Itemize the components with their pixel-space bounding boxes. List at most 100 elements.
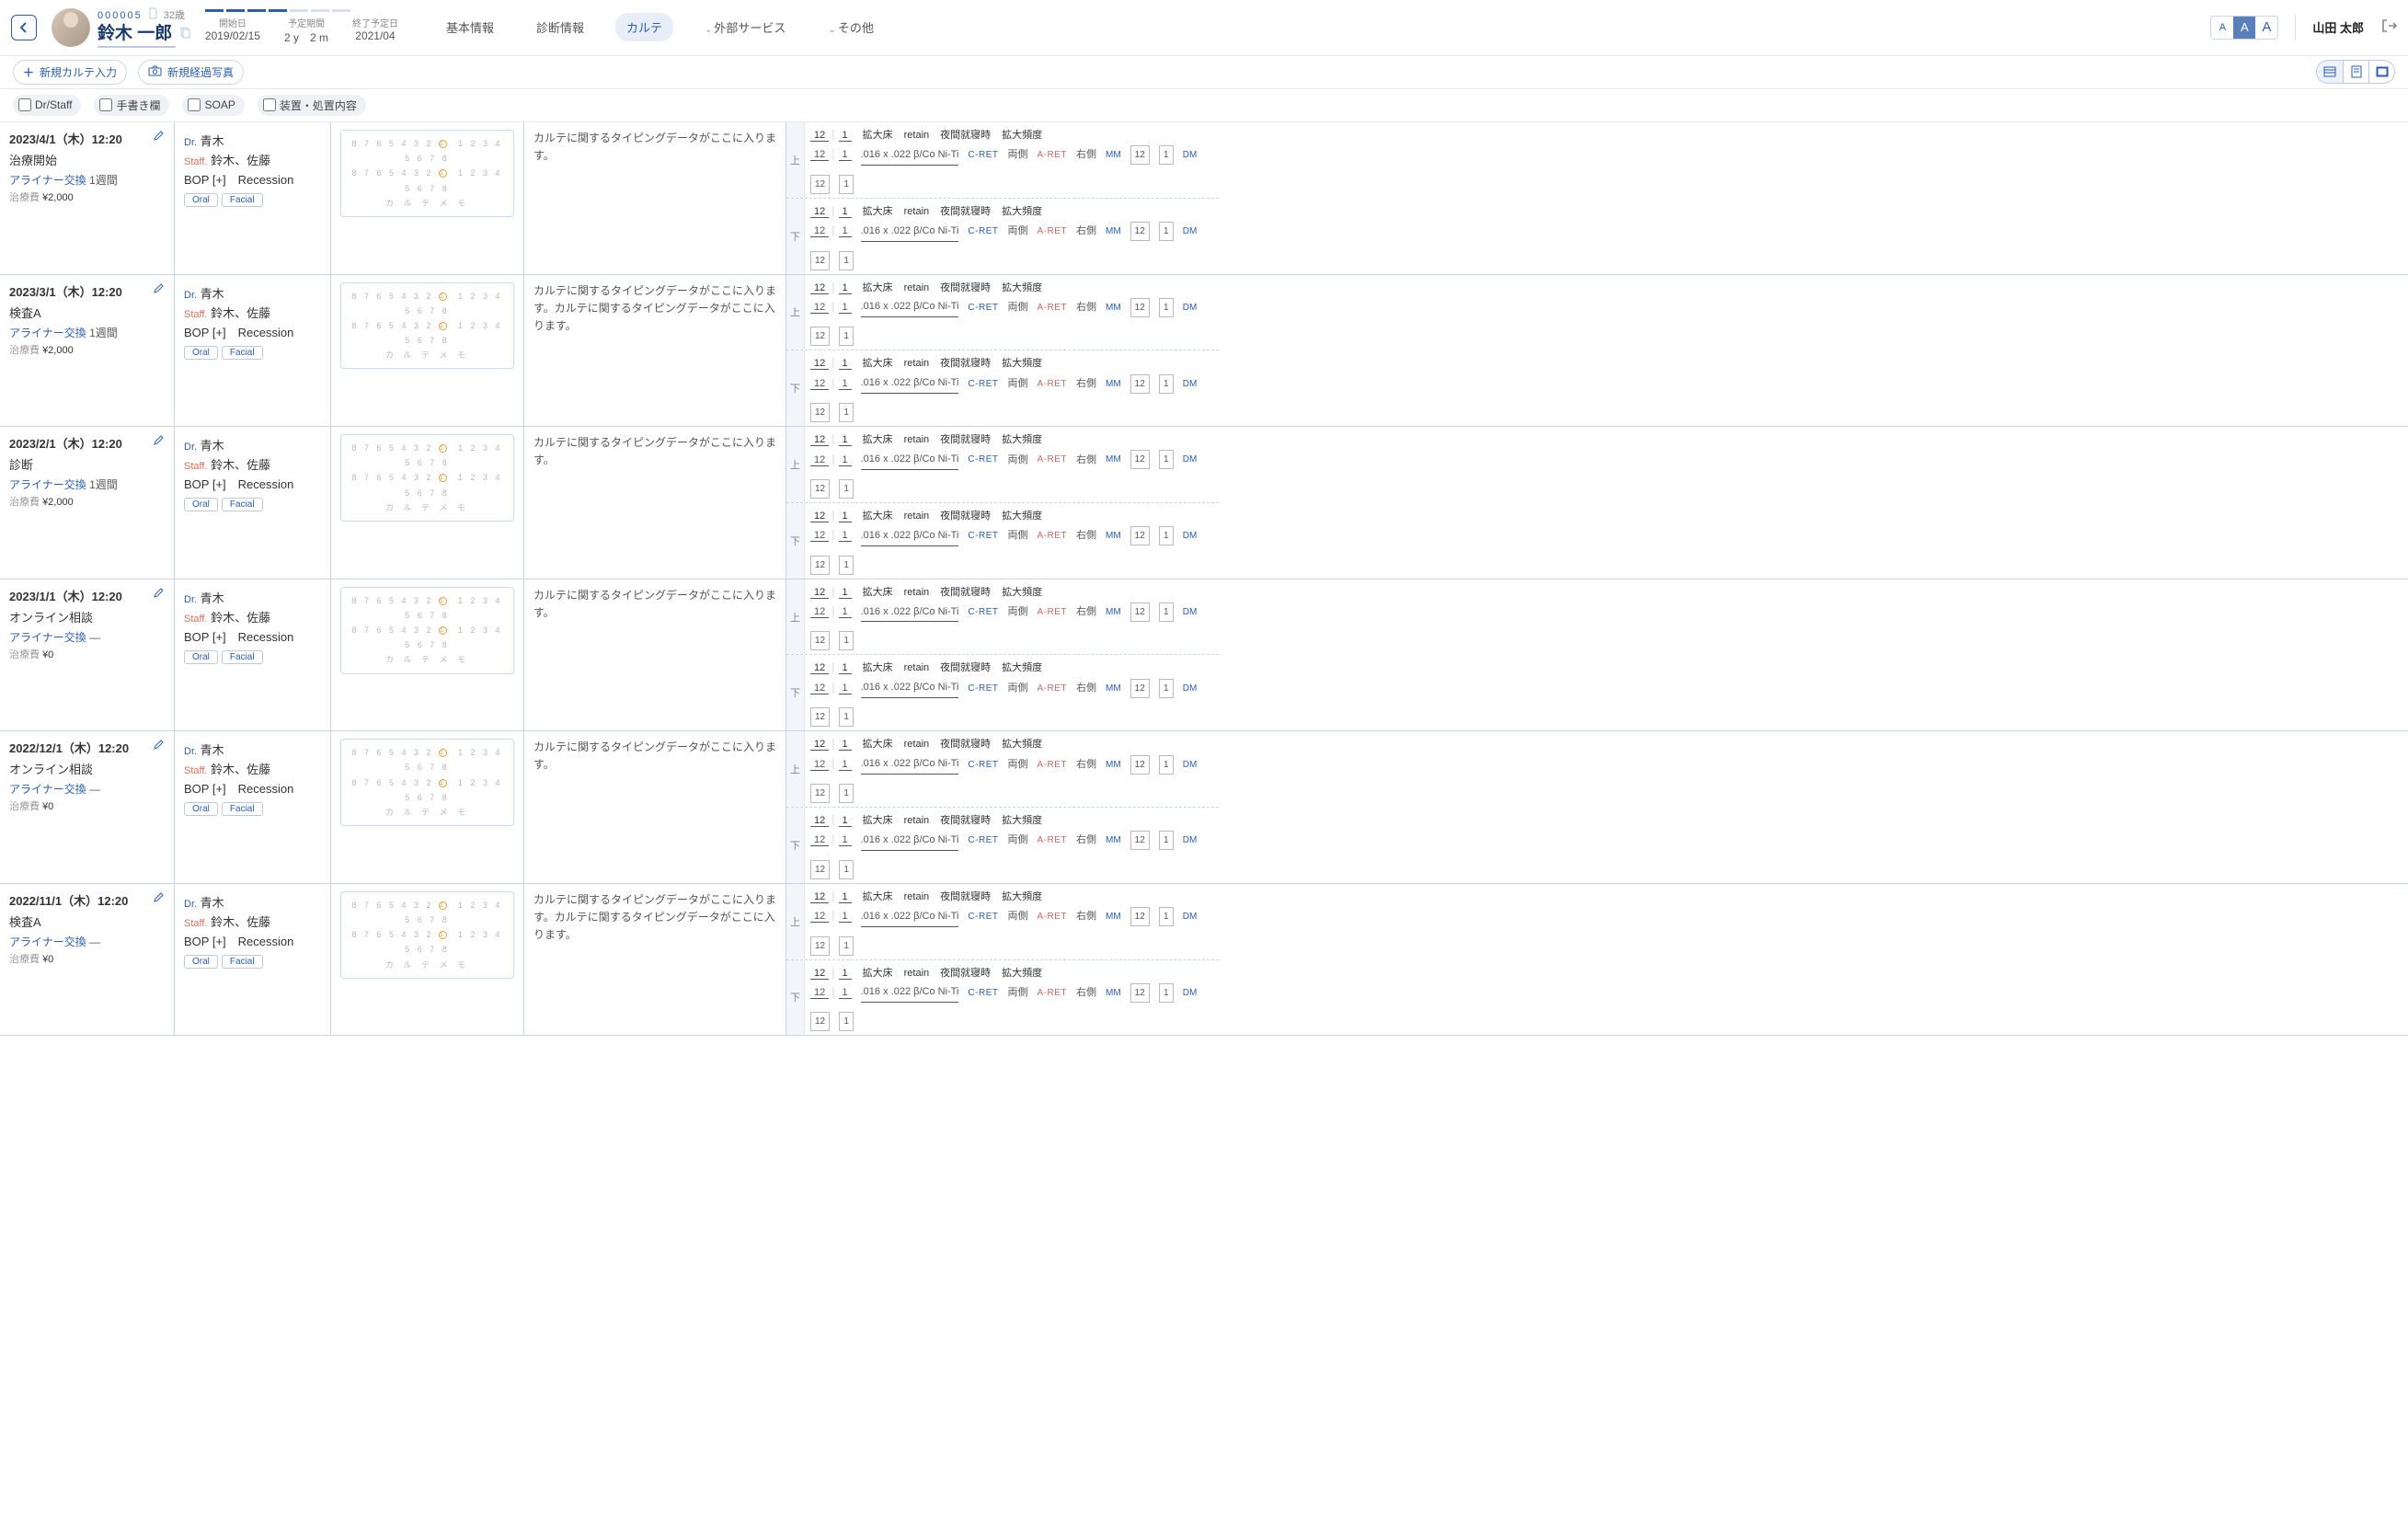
view-list-icon[interactable] [2317,61,2343,83]
col-staff: Dr. 青木 Staff. 鈴木、佐藤 BOP [+] Recession Or… [175,122,331,274]
edit-icon[interactable] [153,434,165,449]
chip-facial[interactable]: Facial [222,650,263,664]
appliance-half: 上 121 拡大床retain夜間就寝時拡大頻度 121 .016 x .022… [786,122,1219,199]
appliance-half: 下 121 拡大床retain夜間就寝時拡大頻度 121 .016 x .022… [786,350,1219,426]
visit-datetime: 2022/12/1（木）12:20 [9,739,165,756]
new-photo-button[interactable]: 新規経過写真 [138,60,244,85]
col-appliance: 上 121 拡大床retain夜間就寝時拡大頻度 121 .016 x .022… [786,122,1219,274]
edit-icon[interactable] [153,282,165,297]
toolbar: ＋新規カルテ入力 新規経過写真 [0,56,2408,89]
appliance-half: 上 121 拡大床retain夜間就寝時拡大頻度 121 .016 x .022… [786,884,1219,960]
appliance-half: 下 121 拡大床retain夜間就寝時拡大頻度 121 .016 x .022… [786,199,1219,274]
col-memo: 8 7 6 5 4 3 2 1 1 2 3 4 5 6 7 8 8 7 6 5 … [331,884,524,1036]
fee-line: 治療費 ¥2,000 [9,189,165,204]
appliance-half: 上 121 拡大床retain夜間就寝時拡大頻度 121 .016 x .022… [786,427,1219,503]
col-date: 2023/4/1（木）12:20 治療開始 アライナー交換 1週間 治療費 ¥2… [0,122,175,274]
chip-facial[interactable]: Facial [222,802,263,816]
chip-oral[interactable]: Oral [184,650,218,664]
new-karte-button[interactable]: ＋新規カルテ入力 [13,60,127,85]
visit-title: 検査A [9,304,165,321]
col-staff: Dr. 青木 Staff. 鈴木、佐藤 BOP [+] Recession Or… [175,884,331,1036]
fee-line: 治療費 ¥2,000 [9,494,165,509]
col-appliance: 上 121 拡大床retain夜間就寝時拡大頻度 121 .016 x .022… [786,275,1219,427]
patient-id: 000005 [97,9,143,22]
edit-icon[interactable] [153,739,165,753]
appliance-half: 下 121 拡大床retain夜間就寝時拡大頻度 121 .016 x .022… [786,655,1219,730]
karte-table: 2023/4/1（木）12:20 治療開始 アライナー交換 1週間 治療費 ¥2… [0,122,2408,1036]
memo-box[interactable]: 8 7 6 5 4 3 2 1 1 2 3 4 5 6 7 8 8 7 6 5 … [340,130,514,217]
karte-row: 2023/3/1（木）12:20 検査A アライナー交換 1週間 治療費 ¥2,… [0,275,2408,428]
checkbox[interactable] [188,98,201,111]
col-memo: 8 7 6 5 4 3 2 1 1 2 3 4 5 6 7 8 8 7 6 5 … [331,731,524,883]
col-appliance: 上 121 拡大床retain夜間就寝時拡大頻度 121 .016 x .022… [786,884,1219,1036]
up-down-label: 上 [786,580,805,655]
col-date: 2023/1/1（木）12:20 オンライン相談 アライナー交換 — 治療費 ¥… [0,580,175,731]
view-grid-icon[interactable] [2368,61,2394,83]
header-right: A A A 山田 太郎 [2210,15,2397,40]
back-button[interactable] [11,15,37,40]
up-down-label: 上 [786,275,805,350]
tab-external[interactable]: ⌄外部サービス [694,13,797,41]
font-medium[interactable]: A [2233,17,2255,39]
tab-karte[interactable]: カルテ [615,13,673,41]
divider [2295,15,2296,40]
tab-diag[interactable]: 診断情報 [525,13,595,41]
chip-oral[interactable]: Oral [184,193,218,207]
file-icon [148,7,158,23]
col-notes: カルテに関するタイピングデータがここに入ります。 [524,427,786,579]
chip-oral[interactable]: Oral [184,346,218,360]
memo-box[interactable]: 8 7 6 5 4 3 2 1 1 2 3 4 5 6 7 8 8 7 6 5 … [340,739,514,826]
chip-facial[interactable]: Facial [222,193,263,207]
checkbox[interactable] [18,98,31,111]
karte-row: 2023/4/1（木）12:20 治療開始 アライナー交換 1週間 治療費 ¥2… [0,122,2408,275]
chip-facial[interactable]: Facial [222,955,263,969]
filter-soap[interactable]: SOAP [182,95,244,116]
chip-facial[interactable]: Facial [222,498,263,511]
aligner-line: アライナー交換 — [9,934,165,949]
tab-other[interactable]: ⌄その他 [817,13,884,41]
col-appliance: 上 121 拡大床retain夜間就寝時拡大頻度 121 .016 x .022… [786,580,1219,731]
logout-icon[interactable] [2380,17,2397,37]
col-date: 2022/11/1（木）12:20 検査A アライナー交換 — 治療費 ¥0 [0,884,175,1036]
copy-icon[interactable] [179,28,190,41]
top-tabs: 基本情報 診断情報 カルテ ⌄外部サービス ⌄その他 [435,13,885,41]
plus-icon: ＋ [23,64,34,80]
end-date: 2021/04 [352,29,398,42]
up-down-label: 下 [786,808,805,883]
edit-icon[interactable] [153,130,165,144]
memo-box[interactable]: 8 7 6 5 4 3 2 1 1 2 3 4 5 6 7 8 8 7 6 5 … [340,434,514,522]
fee-line: 治療費 ¥2,000 [9,342,165,357]
checkbox[interactable] [263,98,276,111]
end-label: 終了予定日 [352,16,398,29]
font-small[interactable]: A [2211,17,2233,39]
current-user: 山田 太郎 [2312,18,2364,36]
filter-dr-staff[interactable]: Dr/Staff [13,95,81,116]
patient-age: 32歳 [164,9,185,22]
tab-basic[interactable]: 基本情報 [435,13,505,41]
col-notes: カルテに関するタイピングデータがここに入ります。 [524,122,786,274]
filter-handwrite[interactable]: 手書き欄 [94,95,169,116]
chip-oral[interactable]: Oral [184,498,218,511]
chip-oral[interactable]: Oral [184,802,218,816]
chip-oral[interactable]: Oral [184,955,218,969]
edit-icon[interactable] [153,587,165,602]
col-notes: カルテに関するタイピングデータがここに入ります。カルテに関するタイピングデータが… [524,275,786,427]
filter-appliance[interactable]: 装置・処置内容 [258,95,366,116]
memo-box[interactable]: 8 7 6 5 4 3 2 1 1 2 3 4 5 6 7 8 8 7 6 5 … [340,891,514,979]
edit-icon[interactable] [153,891,165,906]
memo-box[interactable]: 8 7 6 5 4 3 2 1 1 2 3 4 5 6 7 8 8 7 6 5 … [340,282,514,370]
memo-box[interactable]: 8 7 6 5 4 3 2 1 1 2 3 4 5 6 7 8 8 7 6 5 … [340,587,514,674]
appliance-half: 上 121 拡大床retain夜間就寝時拡大頻度 121 .016 x .022… [786,731,1219,808]
karte-row: 2022/11/1（木）12:20 検査A アライナー交換 — 治療費 ¥0 D… [0,884,2408,1037]
aligner-line: アライナー交換 — [9,781,165,797]
font-large[interactable]: A [2255,17,2277,39]
col-memo: 8 7 6 5 4 3 2 1 1 2 3 4 5 6 7 8 8 7 6 5 … [331,580,524,731]
chip-facial[interactable]: Facial [222,346,263,360]
view-doc-icon[interactable] [2343,61,2368,83]
aligner-line: アライナー交換 — [9,629,165,645]
col-notes: カルテに関するタイピングデータがここに入ります。 [524,731,786,883]
patient-name: 鈴木 一郎 [97,23,176,48]
checkbox[interactable] [99,98,112,111]
view-mode-switch [2316,60,2395,84]
patient-block: 000005 32歳 鈴木 一郎 [52,7,190,48]
